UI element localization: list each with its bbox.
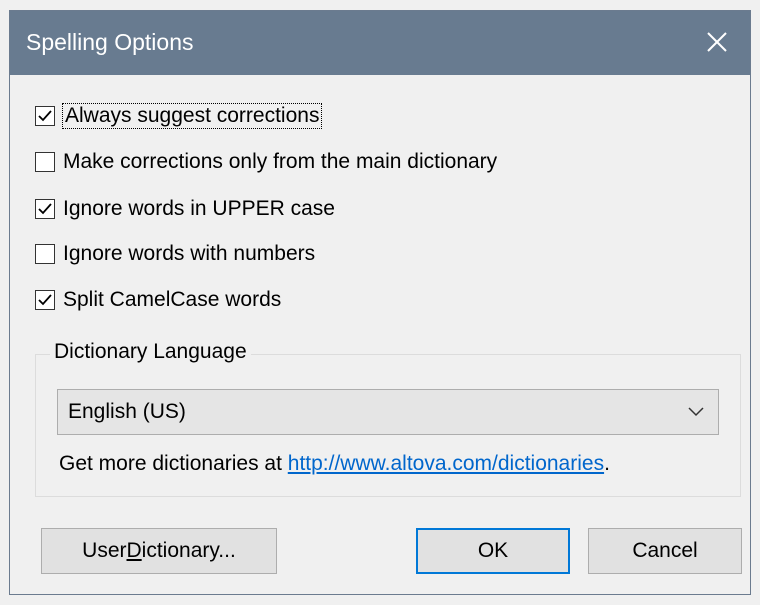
option-label: Always suggest corrections	[61, 103, 323, 129]
close-button[interactable]	[686, 11, 750, 75]
checkbox-main-dictionary-only[interactable]	[35, 152, 55, 172]
checkbox-ignore-upper[interactable]	[35, 199, 55, 219]
button-label-post: ictionary...	[141, 539, 236, 562]
spelling-options-dialog: Spelling Options Always suggest correcti…	[9, 10, 751, 595]
dictionary-language-group: Dictionary Language English (US) Get mor…	[35, 340, 741, 497]
cancel-button[interactable]: Cancel	[588, 528, 742, 574]
dialog-title: Spelling Options	[26, 29, 194, 55]
dictionaries-link[interactable]: http://www.altova.com/dictionaries	[288, 452, 604, 475]
option-label: Split CamelCase words	[63, 288, 282, 311]
more-suffix: .	[604, 452, 610, 475]
checkmark-icon	[38, 294, 52, 306]
close-icon	[707, 32, 727, 52]
checkbox-split-camelcase[interactable]	[35, 290, 55, 310]
checkbox-ignore-numbers[interactable]	[35, 244, 55, 264]
option-label: Ignore words in UPPER case	[63, 197, 335, 220]
checkbox-always-suggest[interactable]	[35, 106, 55, 126]
language-select[interactable]: English (US)	[57, 389, 719, 435]
option-split-camelcase[interactable]: Split CamelCase words	[35, 282, 281, 318]
option-always-suggest[interactable]: Always suggest corrections	[35, 98, 323, 134]
option-ignore-numbers[interactable]: Ignore words with numbers	[35, 236, 315, 272]
option-label: Make corrections only from the main dict…	[63, 150, 498, 173]
more-prefix: Get more dictionaries at	[59, 452, 288, 475]
option-main-dictionary-only[interactable]: Make corrections only from the main dict…	[35, 144, 497, 180]
option-ignore-upper[interactable]: Ignore words in UPPER case	[35, 191, 335, 227]
more-dictionaries-text: Get more dictionaries at http://www.alto…	[59, 452, 610, 476]
group-label: Dictionary Language	[50, 340, 251, 364]
button-label-pre: User	[82, 539, 127, 562]
ok-button[interactable]: OK	[416, 528, 570, 574]
accelerator-key: D	[126, 539, 142, 562]
title-bar: Spelling Options	[10, 11, 750, 75]
cancel-label: Cancel	[632, 539, 698, 562]
language-select-value: English (US)	[68, 400, 186, 423]
ok-label: OK	[477, 539, 509, 562]
checkmark-icon	[38, 203, 52, 215]
checkmark-icon	[38, 110, 52, 122]
option-label: Ignore words with numbers	[63, 242, 316, 265]
user-dictionary-button[interactable]: User Dictionary...	[41, 528, 277, 574]
chevron-down-icon	[688, 407, 704, 417]
